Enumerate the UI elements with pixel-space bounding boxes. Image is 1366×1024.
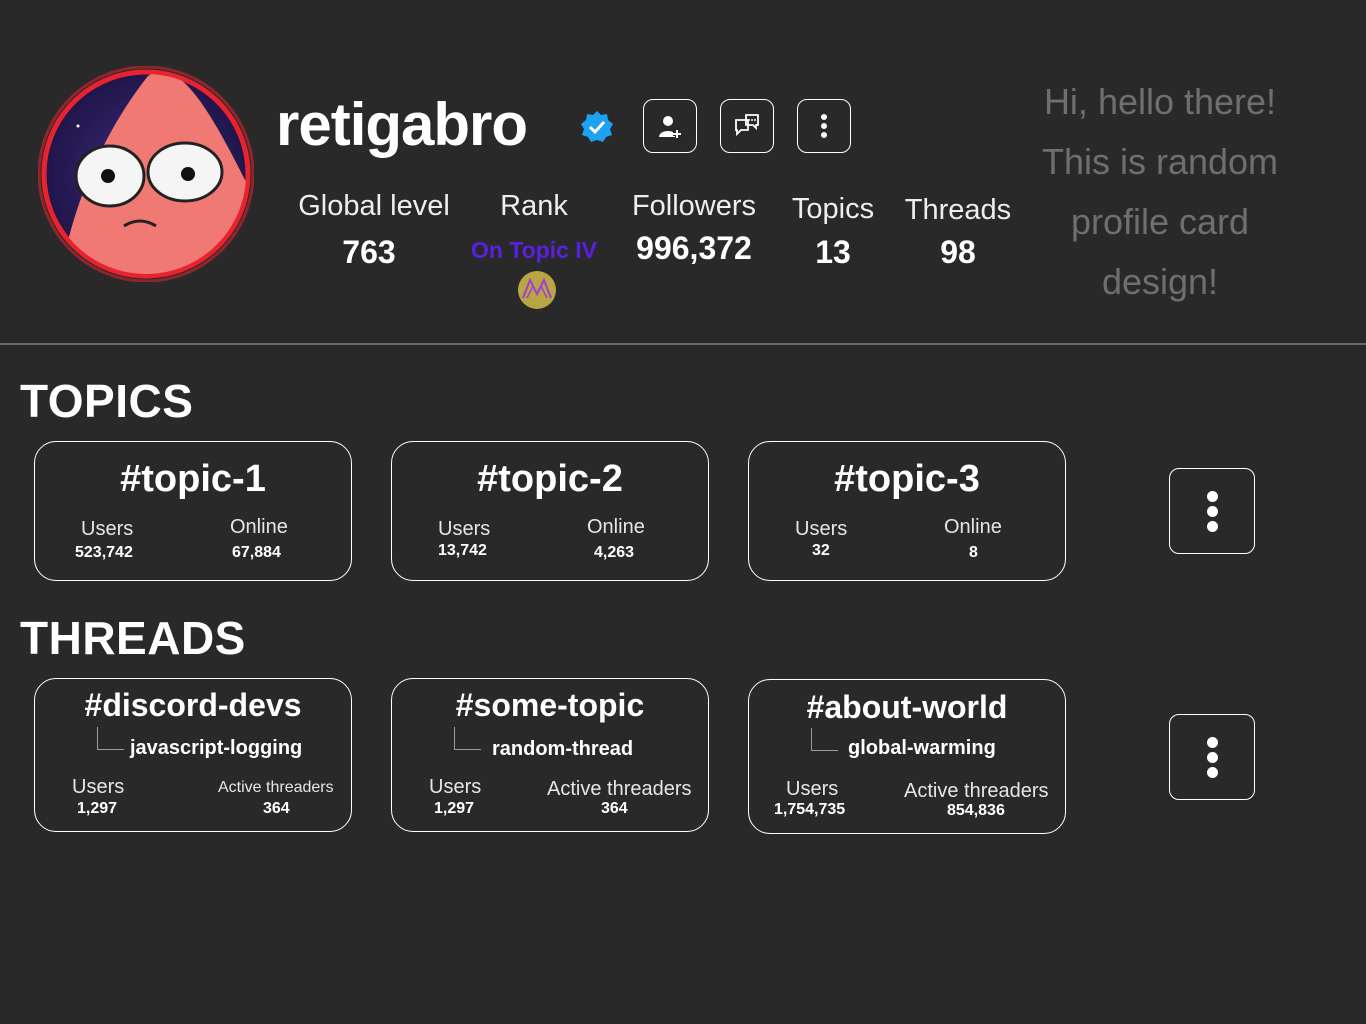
more-vertical-icon (821, 114, 827, 138)
users-label: Users (786, 778, 839, 800)
dot (1206, 751, 1218, 763)
active-threaders-value: 854,836 (947, 802, 1005, 819)
message-icon (735, 114, 759, 137)
add-friend-button[interactable] (643, 99, 697, 153)
thread-card[interactable]: #some-topic random-thread Users 1,297 Ac… (391, 678, 709, 832)
users-value: 1,297 (77, 800, 118, 817)
rank-label: Rank (500, 190, 568, 222)
threads-label: Threads (904, 194, 1012, 226)
thread-name: random-thread (492, 738, 634, 760)
rank-emblem-icon (518, 271, 556, 309)
add-friend-icon (659, 116, 681, 138)
topic-name: #topic-3 (834, 458, 980, 500)
users-label: Users (72, 776, 125, 798)
active-threaders-value: 364 (601, 800, 628, 817)
global-level-label: Global level (298, 190, 450, 222)
users-value: 523,742 (75, 544, 133, 561)
dot (1206, 736, 1218, 748)
users-value: 1,297 (434, 800, 475, 817)
online-value: 67,884 (232, 544, 281, 561)
topics-value: 13 (815, 234, 851, 270)
verified-badge-icon (581, 111, 613, 142)
thread-topic-name: #about-world (806, 689, 1008, 725)
dot (1206, 766, 1218, 778)
followers-label: Followers (631, 190, 757, 222)
branch-line (811, 728, 838, 751)
thread-topic-name: #discord-devs (84, 687, 302, 723)
thread-card[interactable]: #about-world global-warming Users 1,754,… (748, 679, 1066, 834)
intro-line: profile card (1070, 201, 1250, 242)
online-value: 4,263 (594, 544, 635, 561)
rank-value: On Topic IV (470, 237, 598, 263)
active-threaders-label: Active threaders (904, 780, 1049, 802)
intro-line: This is random (1041, 141, 1279, 182)
threads-value: 98 (940, 234, 976, 270)
thread-name: javascript-logging (130, 737, 303, 759)
branch-line (454, 727, 481, 750)
users-value: 1,754,735 (774, 801, 846, 818)
users-label: Users (429, 776, 482, 798)
message-button[interactable] (720, 99, 774, 153)
dot (1206, 505, 1218, 517)
topic-name: #topic-1 (120, 458, 266, 500)
dot (1206, 490, 1218, 502)
topics-more-button[interactable] (1169, 468, 1255, 554)
threads-section-title: THREADS (20, 612, 246, 664)
username: retigabro (276, 91, 528, 158)
users-label: Users (81, 518, 134, 540)
online-label: Online (587, 516, 645, 538)
thread-card[interactable]: #discord-devs javascript-logging Users 1… (34, 678, 352, 832)
followers-value: 996,372 (636, 230, 752, 266)
global-level-value: 763 (342, 234, 396, 270)
topic-name: #topic-2 (477, 458, 623, 500)
online-label: Online (230, 516, 288, 538)
header-divider (0, 343, 1366, 345)
thread-topic-name: #some-topic (455, 687, 645, 723)
topic-card[interactable]: #topic-3 Users 32 Online 8 (748, 441, 1066, 581)
more-options-button[interactable] (797, 99, 851, 153)
topic-card[interactable]: #topic-2 Users 13,742 Online 4,263 (391, 441, 709, 581)
profile-intro: Hi, hello there! This is random profile … (1012, 72, 1308, 312)
topic-card[interactable]: #topic-1 Users 523,742 Online 67,884 (34, 441, 352, 581)
avatar (38, 66, 254, 282)
active-threaders-value: 364 (263, 800, 290, 817)
users-value: 13,742 (438, 542, 487, 559)
users-label: Users (438, 518, 491, 540)
branch-line (97, 727, 124, 750)
active-threaders-label: Active threaders (547, 778, 692, 800)
topics-label: Topics (791, 193, 875, 225)
thread-name: global-warming (848, 737, 996, 759)
dot (1206, 520, 1218, 532)
online-value: 8 (969, 544, 978, 561)
users-label: Users (795, 518, 848, 540)
threads-more-button[interactable] (1169, 714, 1255, 800)
topics-section-title: TOPICS (20, 375, 194, 427)
users-value: 32 (812, 542, 830, 559)
online-label: Online (944, 516, 1002, 538)
intro-line: Hi, hello there! (1043, 81, 1277, 122)
intro-line: design! (1101, 261, 1219, 302)
active-threaders-label: Active threaders (218, 779, 334, 796)
